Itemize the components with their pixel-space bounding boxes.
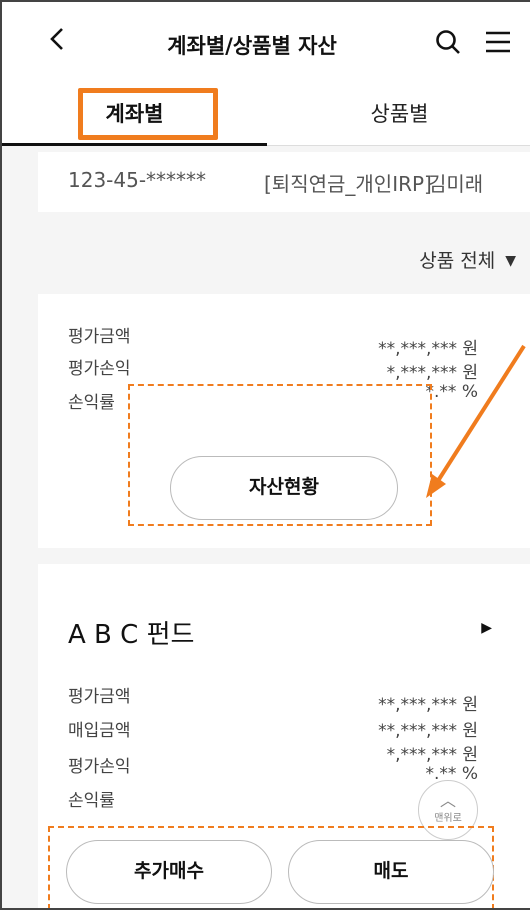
fund-value-eval-profit: *,***,*** 원 bbox=[386, 745, 478, 765]
search-button[interactable] bbox=[434, 28, 462, 56]
active-tab-indicator bbox=[2, 143, 267, 146]
app-screen: 계좌별/상품별 자산 계좌별 상품별 123-45-****** [퇴직연금_개… bbox=[0, 0, 530, 910]
tab-divider bbox=[267, 145, 530, 146]
additional-buy-button[interactable]: 추가매수 bbox=[66, 840, 272, 904]
asset-status-button[interactable]: 자산현황 bbox=[170, 456, 398, 520]
summary-label-return-rate: 손익률 bbox=[68, 393, 115, 413]
menu-button[interactable] bbox=[484, 30, 512, 54]
caret-right-icon[interactable]: ▶ bbox=[481, 620, 492, 636]
sell-button[interactable]: 매도 bbox=[288, 840, 494, 904]
tab-highlight-box bbox=[78, 88, 218, 140]
annotation-arrow bbox=[426, 344, 526, 498]
fund-label-eval-amount: 평가금액 bbox=[68, 687, 131, 707]
search-icon bbox=[436, 30, 460, 54]
fund-value-eval-amount: **,***,*** 원 bbox=[378, 695, 478, 715]
fund-label-return-rate: 손익률 bbox=[68, 791, 115, 811]
account-holder: 김미래 bbox=[428, 172, 484, 196]
tab-by-product[interactable]: 상품별 bbox=[267, 82, 530, 146]
scroll-to-top-label: 맨위로 bbox=[434, 813, 462, 824]
summary-label-eval-profit: 평가손익 bbox=[68, 359, 131, 379]
account-number: 123-45-****** bbox=[68, 168, 207, 192]
app-header: 계좌별/상품별 자산 bbox=[2, 2, 530, 82]
fund-value-purchase-amount: **,***,*** 원 bbox=[378, 721, 478, 741]
fund-label-eval-profit: 평가손익 bbox=[68, 757, 131, 777]
summary-label-eval-amount: 평가금액 bbox=[68, 327, 131, 347]
account-card[interactable]: 123-45-****** [퇴직연금_개인IRP] 김미래 bbox=[38, 152, 530, 212]
fund-name[interactable]: A B C 펀드 bbox=[68, 614, 194, 651]
account-type: [퇴직연금_개인IRP] bbox=[264, 172, 432, 196]
product-filter-dropdown[interactable]: 상품 전체 ▼ bbox=[419, 246, 516, 273]
filter-label: 상품 전체 bbox=[419, 250, 496, 272]
caret-down-icon: ▼ bbox=[505, 253, 516, 269]
fund-label-purchase-amount: 매입금액 bbox=[68, 721, 131, 741]
chevron-up-icon: ︿ bbox=[439, 791, 456, 810]
hamburger-menu-icon bbox=[486, 31, 510, 53]
